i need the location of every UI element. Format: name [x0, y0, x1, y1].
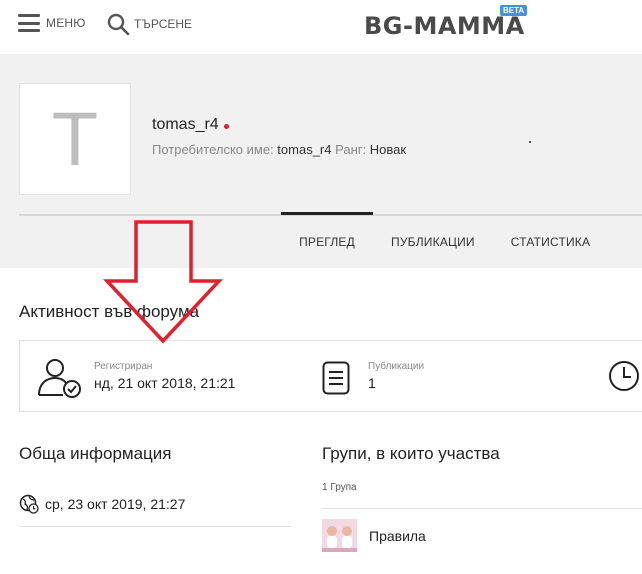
- profile-tabs: ПРЕГЛЕД ПУБЛИКАЦИИ СТАТИСТИКА: [281, 216, 590, 268]
- tab-overview[interactable]: ПРЕГЛЕД: [281, 216, 373, 268]
- top-bar: МЕНЮ ТЪРСЕНЕ BG-MAMMA BETA: [0, 0, 642, 54]
- profile-meta: Потребителско име: tomas_r4 Ранг: Новак: [152, 142, 406, 157]
- document-icon: [322, 361, 350, 395]
- menu-label: МЕНЮ: [46, 16, 86, 30]
- groups-divider: [322, 508, 642, 509]
- profile-header: T tomas_r4 Потребителско име: tomas_r4 Р…: [0, 54, 642, 268]
- last-seen-value: ср, 23 окт 2019, 21:27: [45, 496, 186, 512]
- menu-button[interactable]: МЕНЮ: [18, 14, 86, 32]
- beta-badge: BETA: [500, 5, 528, 16]
- user-check-icon: [38, 359, 81, 398]
- group-thumbnail: [322, 519, 357, 552]
- stat-publications: Публикации 1: [320, 341, 600, 411]
- groups-title: Групи, в които участва: [322, 444, 500, 463]
- username-label: Потребителско име:: [152, 142, 274, 157]
- publications-label: Публикации: [368, 361, 425, 372]
- search-label: ТЪРСЕНЕ: [134, 17, 193, 31]
- group-item[interactable]: Правила: [322, 519, 426, 552]
- last-seen: ср, 23 окт 2019, 21:27: [19, 494, 185, 514]
- group-image-icon: [322, 519, 357, 552]
- activity-panel: Регистриран нд, 21 окт 2018, 21:21 Публи…: [19, 340, 642, 412]
- stat-last-activity: [606, 341, 642, 411]
- search-icon: [107, 13, 130, 36]
- group-count: 1 Група: [322, 482, 357, 493]
- stray-dot: [529, 141, 531, 143]
- tab-publications[interactable]: ПУБЛИКАЦИИ: [391, 216, 475, 268]
- profile-username: tomas_r4: [152, 116, 229, 134]
- general-info-divider: [19, 526, 290, 527]
- active-tab-indicator: [281, 212, 373, 215]
- site-logo[interactable]: BG-MAMMA BETA: [364, 5, 528, 41]
- clock-icon: [609, 361, 639, 391]
- tab-statistics[interactable]: СТАТИСТИКА: [511, 216, 590, 268]
- username-value: tomas_r4: [277, 142, 332, 157]
- globe-clock-icon: [19, 494, 39, 514]
- rank-label: Ранг:: [335, 142, 367, 157]
- rank-value: Новак: [369, 142, 407, 157]
- registered-label: Регистриран: [94, 361, 153, 372]
- group-name: Правила: [369, 527, 426, 544]
- username-text: tomas_r4: [152, 116, 219, 133]
- registered-value: нд, 21 окт 2018, 21:21: [94, 375, 236, 391]
- general-info-title: Обща информация: [19, 444, 172, 463]
- stat-registered: Регистриран нд, 21 окт 2018, 21:21: [20, 341, 320, 411]
- publications-value: 1: [368, 375, 376, 391]
- activity-title: Активност във форума: [19, 302, 200, 321]
- avatar: T: [19, 83, 131, 195]
- avatar-letter: T: [51, 96, 99, 182]
- hamburger-icon: [18, 14, 40, 32]
- search-button[interactable]: ТЪРСЕНЕ: [106, 12, 192, 36]
- online-status-dot: [223, 123, 229, 129]
